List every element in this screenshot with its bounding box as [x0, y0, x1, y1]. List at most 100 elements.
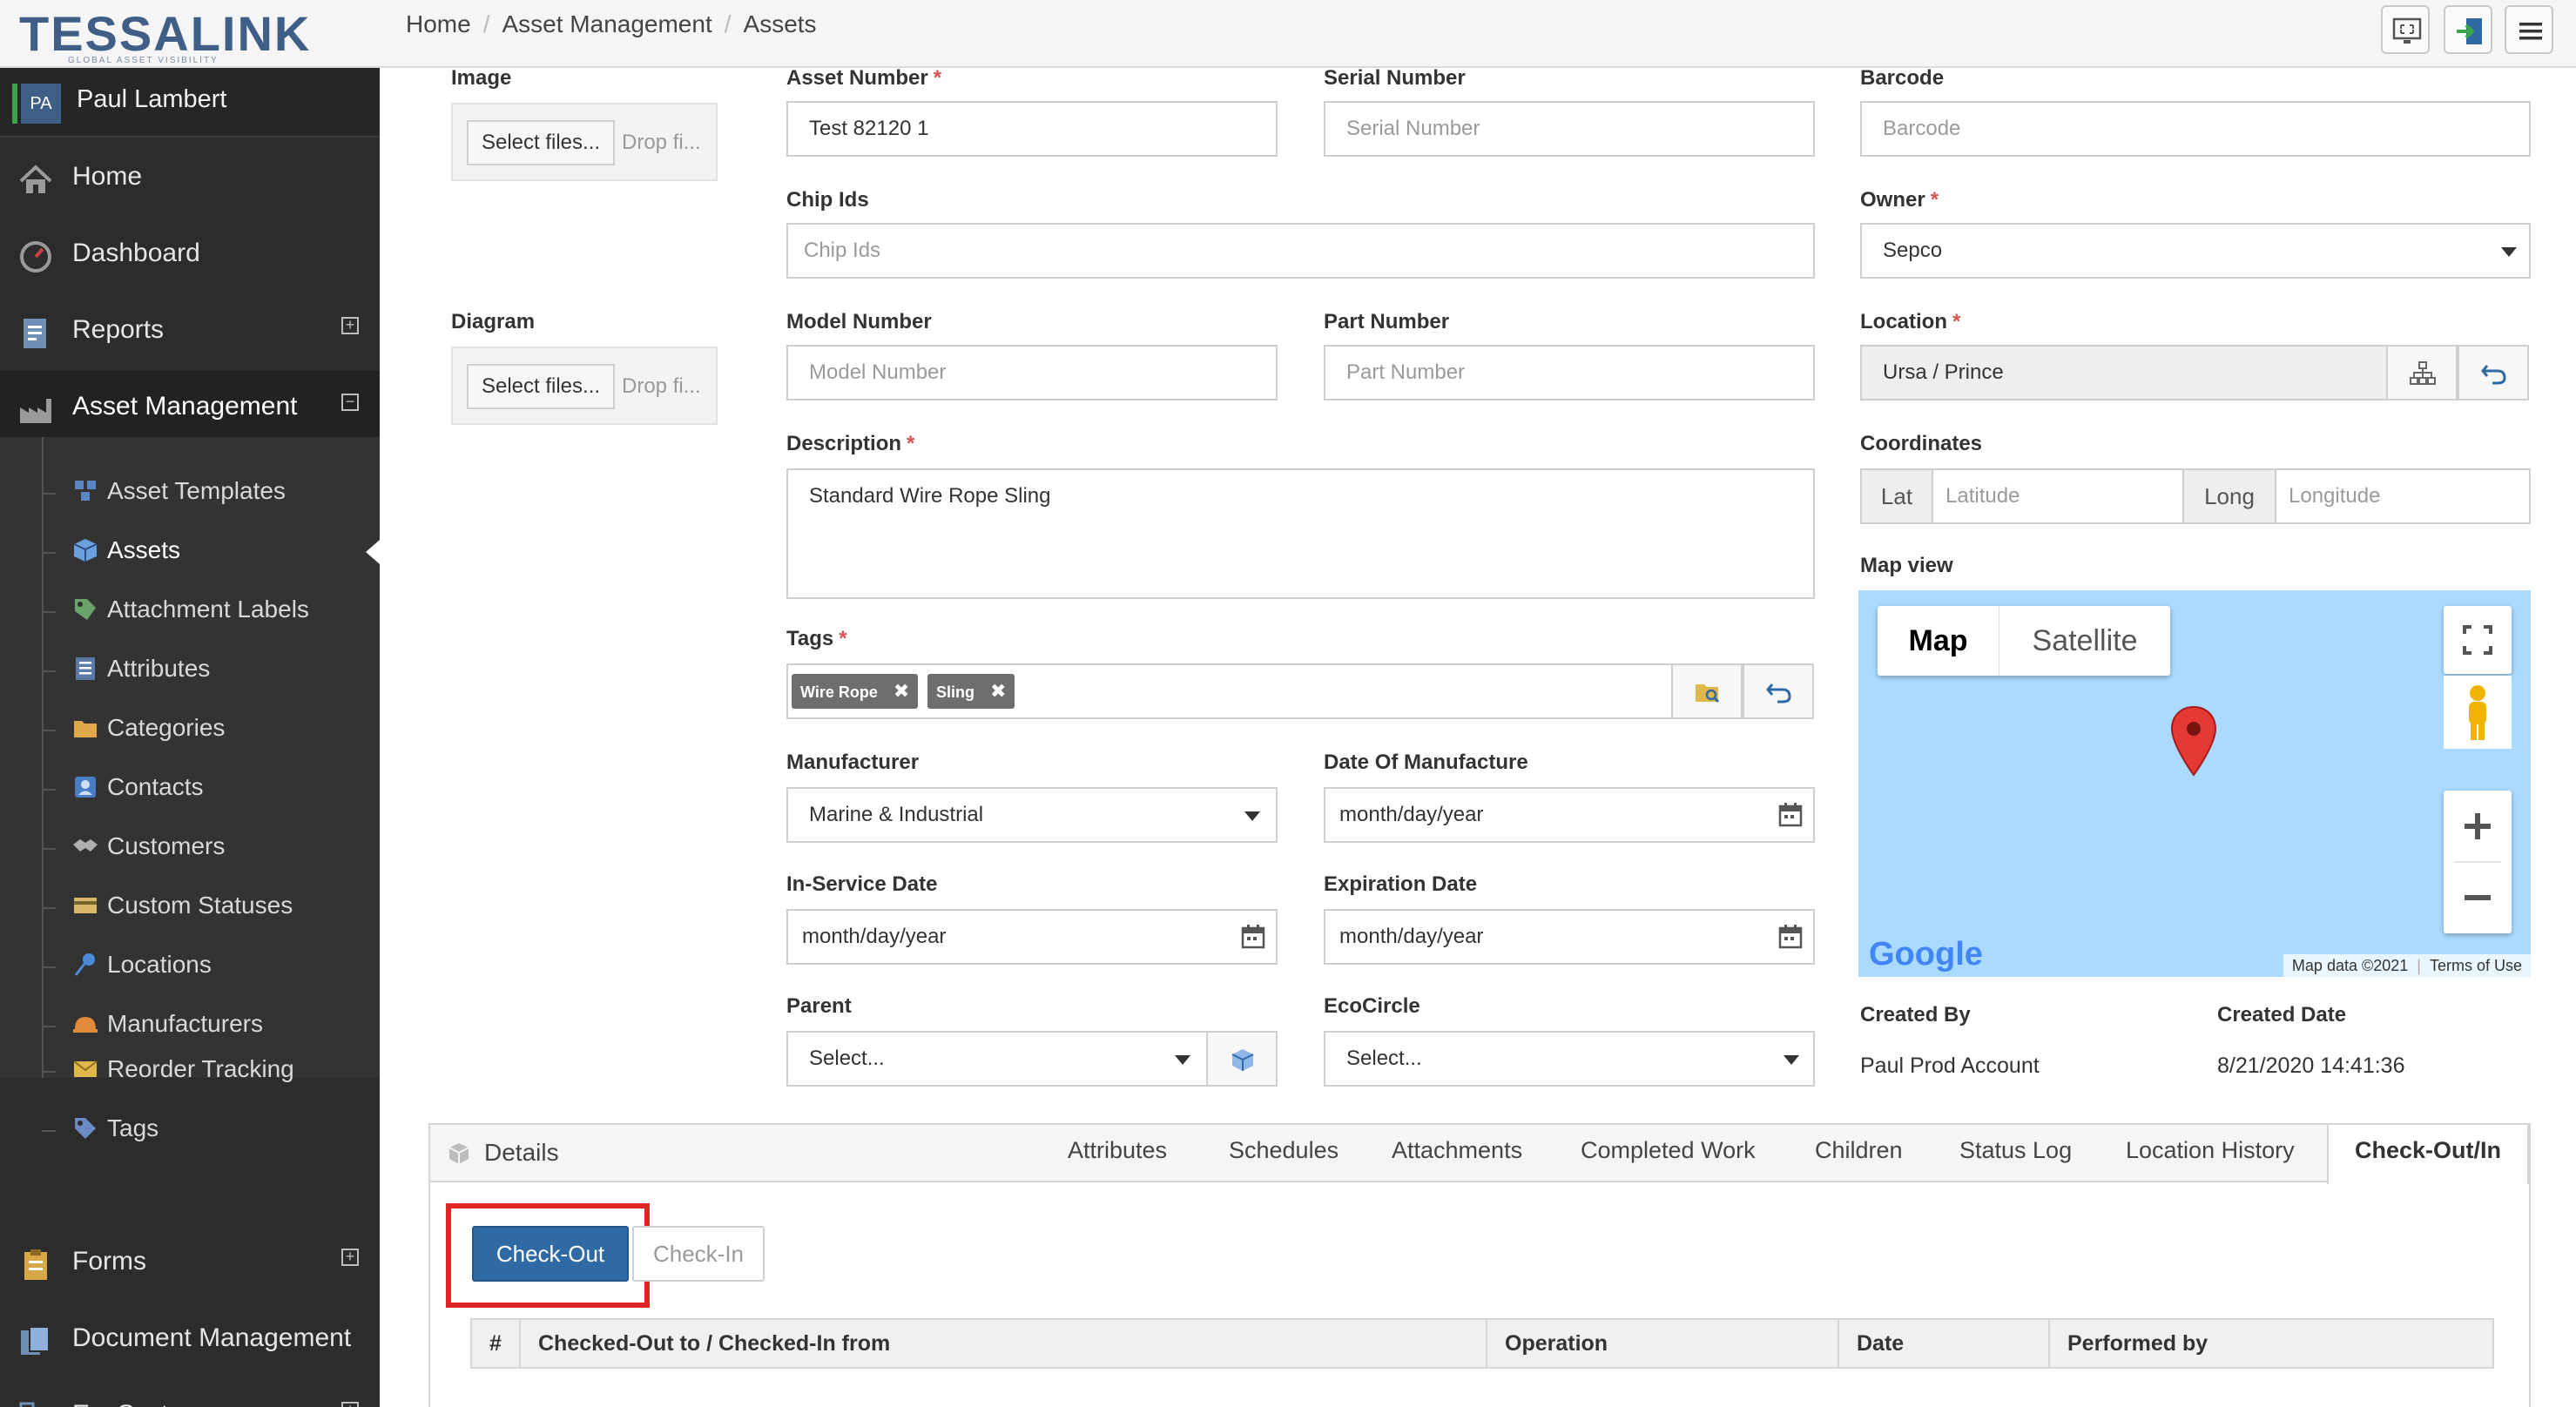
image-drop-zone[interactable]: Drop fi...	[622, 131, 701, 155]
menu-button[interactable]	[2505, 5, 2553, 54]
tab-completed-work[interactable]: Completed Work	[1581, 1137, 1756, 1164]
date-of-manufacture-input[interactable]: month/day/year	[1324, 787, 1815, 843]
map-data-text: Map data ©2021	[2291, 957, 2409, 974]
submenu-item-attachment-labels[interactable]: Attachment Labels	[0, 582, 380, 641]
tab-attachments[interactable]: Attachments	[1392, 1137, 1522, 1164]
location-tree-button[interactable]	[2386, 345, 2458, 401]
owner-selected-value: Sepco	[1883, 239, 1943, 262]
in-service-date-input[interactable]: month/day/year	[786, 909, 1278, 965]
asset-number-input[interactable]: Test 82120 1	[786, 101, 1278, 157]
satellite-tab[interactable]: Satellite	[1999, 606, 2170, 676]
collapse-icon[interactable]: −	[341, 394, 359, 411]
map-view[interactable]: Map Satellite Google Map data ©2021 | Term…	[1858, 590, 2531, 977]
sidebar-item-document-management[interactable]: Document Management	[0, 1303, 380, 1379]
submenu-item-custom-statuses[interactable]: Custom Statuses	[0, 878, 380, 937]
tags-input[interactable]: Wire Rope ✖ Sling ✖	[786, 663, 1673, 719]
fullscreen-icon	[2463, 625, 2492, 655]
parent-browse-button[interactable]	[1206, 1031, 1278, 1087]
longitude-input[interactable]: Longitude	[2275, 468, 2531, 524]
created-date-value: 8/21/2020 14:41:36	[2217, 1054, 2405, 1078]
barcode-input[interactable]: Barcode	[1860, 101, 2531, 157]
part-number-input[interactable]: Part Number	[1324, 345, 1815, 401]
model-number-input[interactable]: Model Number	[786, 345, 1278, 401]
location-reset-button[interactable]	[2458, 345, 2529, 401]
remove-tag-icon[interactable]: ✖	[990, 680, 1006, 702]
sidebar-item-forms[interactable]: Forms +	[0, 1226, 380, 1303]
diagram-drop-zone[interactable]: Drop fi...	[622, 374, 701, 399]
tab-attributes[interactable]: Attributes	[1068, 1137, 1167, 1164]
submenu-item-attributes[interactable]: Attributes	[0, 641, 380, 700]
tab-children[interactable]: Children	[1815, 1137, 1903, 1164]
street-view-pegman[interactable]	[2444, 676, 2512, 749]
column-header-performed-by[interactable]: Performed by	[2050, 1320, 2492, 1367]
submenu-item-label: Manufacturers	[107, 1010, 263, 1037]
submenu-item-tags[interactable]: Tags	[0, 1101, 380, 1160]
submenu-item-locations[interactable]: Locations	[0, 937, 380, 996]
manufacturer-select[interactable]: Marine & Industrial	[786, 787, 1278, 843]
remove-tag-icon[interactable]: ✖	[894, 680, 909, 702]
owner-select[interactable]: Sepco	[1860, 223, 2531, 279]
chip-ids-input[interactable]: Chip Ids	[786, 223, 1815, 279]
parent-select[interactable]: Select...	[786, 1031, 1208, 1087]
diagram-select-files-button[interactable]: Select files...	[467, 364, 615, 409]
column-header-number[interactable]: #	[472, 1320, 521, 1367]
tab-check-out-in[interactable]: Check-Out/In	[2327, 1125, 2530, 1184]
expand-icon[interactable]: +	[341, 1402, 359, 1407]
tab-location-history[interactable]: Location History	[2126, 1137, 2295, 1164]
sidebar-item-dashboard[interactable]: Dashboard	[0, 218, 380, 294]
screen-icon	[2392, 17, 2422, 44]
column-header-checked-out-to[interactable]: Checked-Out to / Checked-In from	[521, 1320, 1487, 1367]
submenu-item-assets[interactable]: Assets	[0, 522, 380, 582]
tessalink-logo[interactable]: TESSALINK GLOBAL ASSET VISIBILITY	[19, 5, 368, 65]
sidebar: PA Paul Lambert Home Dashboard Reports +…	[0, 68, 380, 1407]
calendar-icon[interactable]	[1239, 923, 1267, 951]
map-tab[interactable]: Map	[1878, 606, 1999, 676]
expand-icon[interactable]: +	[341, 317, 359, 334]
submenu-item-contacts[interactable]: Contacts	[0, 759, 380, 818]
sidebar-item-reports[interactable]: Reports +	[0, 294, 380, 371]
submenu-item-customers[interactable]: Customers	[0, 818, 380, 878]
check-out-button[interactable]: Check-Out	[472, 1226, 629, 1282]
serial-number-input[interactable]: Serial Number	[1324, 101, 1815, 157]
fullscreen-button[interactable]	[2381, 5, 2430, 54]
submenu-item-categories[interactable]: Categories	[0, 700, 380, 759]
map-marker-icon[interactable]	[2170, 705, 2217, 777]
image-select-files-button[interactable]: Select files...	[467, 120, 615, 165]
tab-status-log[interactable]: Status Log	[1959, 1137, 2072, 1164]
latitude-input[interactable]: Latitude	[1932, 468, 2184, 524]
zoom-in-icon[interactable]	[2444, 791, 2512, 862]
tree-tick	[42, 552, 56, 554]
submenu-item-asset-templates[interactable]: Asset Templates	[0, 463, 380, 522]
tags-label-text: Tags	[786, 627, 834, 650]
zoom-out-icon[interactable]	[2444, 862, 2512, 933]
chevron-down-icon	[2501, 247, 2517, 257]
map-fullscreen-button[interactable]	[2444, 606, 2512, 674]
tab-schedules[interactable]: Schedules	[1229, 1137, 1339, 1164]
description-textarea[interactable]: Standard Wire Rope Sling	[786, 468, 1815, 599]
diagram-upload[interactable]: Select files... Drop fi...	[451, 347, 718, 425]
breadcrumb-home[interactable]: Home	[406, 10, 471, 37]
sidebar-item-home[interactable]: Home	[0, 141, 380, 218]
tree-tick	[42, 789, 56, 791]
breadcrumb-asset-management[interactable]: Asset Management	[502, 10, 711, 37]
terms-of-use-link[interactable]: Terms of Use	[2430, 957, 2522, 974]
calendar-icon[interactable]	[1777, 923, 1804, 951]
logout-button[interactable]	[2444, 5, 2492, 54]
column-header-operation[interactable]: Operation	[1487, 1320, 1839, 1367]
sidebar-item-asset-management[interactable]: Asset Management −	[0, 371, 380, 448]
column-header-date[interactable]: Date	[1839, 1320, 2050, 1367]
user-profile[interactable]: PA Paul Lambert	[0, 68, 380, 138]
image-upload[interactable]: Select files... Drop fi...	[451, 103, 718, 181]
owner-label: Owner *	[1860, 188, 1939, 212]
ecocircle-select[interactable]: Select...	[1324, 1031, 1815, 1087]
location-input[interactable]: Ursa / Prince	[1860, 345, 2388, 401]
expand-icon[interactable]: +	[341, 1249, 359, 1266]
expiration-date-input[interactable]: month/day/year	[1324, 909, 1815, 965]
submenu-item-reorder-tracking[interactable]: Reorder Tracking	[0, 1041, 380, 1101]
calendar-icon[interactable]	[1777, 801, 1804, 829]
sidebar-item-ecosystem[interactable]: EcoSystem +	[0, 1379, 380, 1407]
contact-icon	[75, 777, 96, 798]
tags-reset-button[interactable]	[1743, 663, 1814, 719]
tags-browse-button[interactable]	[1671, 663, 1743, 719]
check-in-button[interactable]: Check-In	[632, 1226, 765, 1282]
